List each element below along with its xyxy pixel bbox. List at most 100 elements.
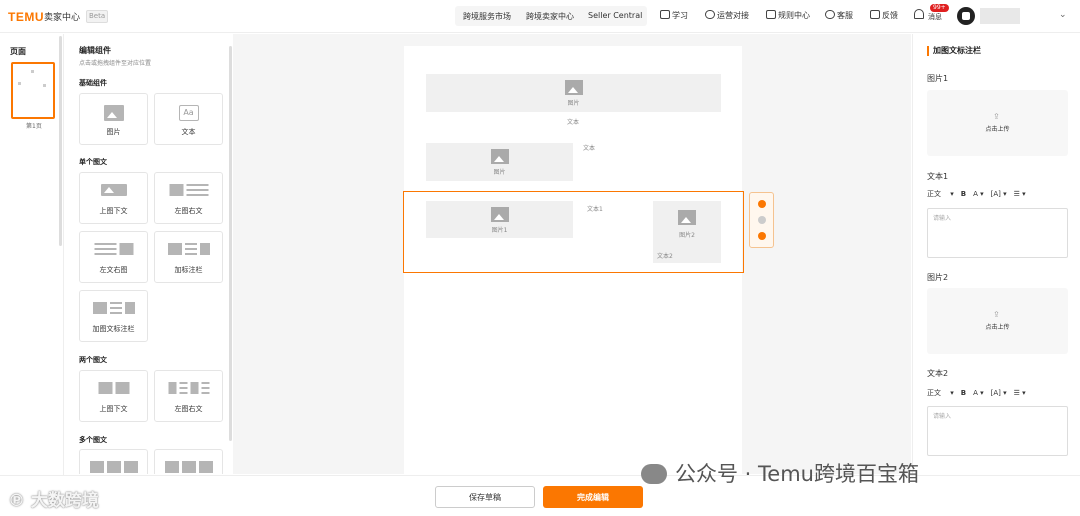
brand-title: 卖家中心	[44, 13, 81, 23]
support-link[interactable]: 客服	[825, 10, 853, 21]
logo-icon: ℗	[8, 491, 31, 511]
section-multi-title: 多个图文	[79, 436, 107, 444]
text2-editor[interactable]: 请输入	[927, 406, 1068, 456]
double-image-text-icon	[168, 382, 209, 396]
component-double-top-bottom[interactable]: 上图下文	[79, 370, 148, 422]
component-left-image-right-text[interactable]: 左图右文	[154, 172, 223, 224]
image-icon	[103, 105, 124, 121]
paragraph-style-select[interactable]: 正文 ▾	[927, 189, 954, 199]
section-single-title: 单个图文	[79, 158, 107, 166]
thumb-dot	[43, 84, 46, 87]
page-thumbnail[interactable]	[11, 62, 55, 119]
bold-icon[interactable]: B	[961, 190, 966, 198]
image-icon	[564, 80, 583, 95]
book-icon	[660, 10, 670, 19]
double-image-icon	[98, 382, 129, 394]
image-label-bar-icon	[92, 302, 135, 316]
bell-icon[interactable]	[914, 9, 924, 19]
text1-editor[interactable]: 请输入	[927, 208, 1068, 258]
delete-icon[interactable]	[758, 232, 766, 240]
thumb-dot	[18, 82, 21, 85]
properties-title: 加图文标注栏	[927, 46, 981, 56]
learn-link[interactable]: 学习	[660, 10, 688, 21]
canvas-image-2[interactable]: 图片	[426, 143, 573, 181]
highlight-icon[interactable]: [A] ▾	[991, 389, 1007, 397]
label-bar-icon	[167, 243, 210, 257]
top-bar: TEMU 卖家中心 Beta 跨境服务市场 跨境卖家中心 Seller Cent…	[0, 0, 1080, 33]
component-multi-b[interactable]	[154, 449, 223, 474]
text-image-icon	[94, 243, 133, 257]
chevron-down-icon[interactable]: ⌄	[1059, 10, 1067, 20]
align-icon[interactable]: ☰ ▾	[1014, 389, 1026, 397]
nav-service-market[interactable]: 跨境服务市场	[463, 11, 511, 22]
canvas-text-1[interactable]: 文本	[567, 117, 579, 126]
canvas-text-2[interactable]: 文本	[583, 143, 595, 152]
upload-icon: ⇪	[993, 112, 1000, 121]
components-panel: 编辑组件 点击或拖拽组件至对应位置 基础组件 图片 Aa 文本 单个图文 上图下…	[65, 34, 232, 474]
component-multi-a[interactable]	[79, 449, 148, 474]
nav-seller-central[interactable]: Seller Central	[588, 11, 642, 20]
image-text-icon	[169, 184, 208, 198]
component-double-left-right[interactable]: 左图右文	[154, 370, 223, 422]
image-text-icon	[100, 184, 127, 196]
font-color-icon[interactable]: A ▾	[973, 190, 984, 198]
properties-panel: 加图文标注栏 图片1 ⇪ 点击上传 文本1 正文 ▾ B A ▾ [A] ▾ ☰…	[912, 34, 1080, 474]
text2-format-toolbar: 正文 ▾ B A ▾ [A] ▾ ☰ ▾	[927, 385, 1068, 400]
nav-seller-center[interactable]: 跨境卖家中心	[526, 11, 574, 22]
save-draft-button[interactable]: 保存草稿	[435, 486, 535, 508]
image2-upload[interactable]: ⇪ 点击上传	[927, 288, 1068, 354]
canvas-image-1[interactable]: 图片	[426, 74, 721, 112]
component-image-text-label-bar[interactable]: 加图文标注栏	[79, 290, 148, 342]
component-text[interactable]: Aa 文本	[154, 93, 223, 145]
section-basic-title: 基础组件	[79, 79, 107, 87]
components-title: 编辑组件	[79, 46, 111, 55]
text1-format-toolbar: 正文 ▾ B A ▾ [A] ▾ ☰ ▾	[927, 186, 1068, 201]
multi-image-icon	[89, 461, 138, 473]
thumb-dot	[31, 70, 34, 73]
image1-upload[interactable]: ⇪ 点击上传	[927, 90, 1068, 156]
watermark-right: 公众号 · Temu跨境百宝箱	[641, 458, 919, 488]
multi-image-icon	[164, 461, 213, 473]
section-double-title: 两个图文	[79, 356, 107, 364]
component-top-image-bottom-text[interactable]: 上图下文	[79, 172, 148, 224]
image1-label: 图片1	[927, 74, 949, 83]
temu-logo[interactable]: TEMU	[8, 10, 44, 24]
components-subtitle: 点击或拖拽组件至对应位置	[79, 60, 152, 67]
wechat-icon	[641, 464, 667, 484]
align-icon[interactable]: ☰ ▾	[1014, 190, 1026, 198]
watermark-left: ℗ 大数跨境	[8, 491, 99, 511]
messages-label[interactable]: 消息	[928, 12, 942, 22]
text2-label: 文本2	[927, 369, 949, 378]
document-icon	[766, 10, 776, 19]
bold-icon[interactable]: B	[961, 389, 966, 397]
text1-label: 文本1	[927, 172, 949, 181]
finish-edit-button[interactable]: 完成编辑	[543, 486, 643, 508]
component-image[interactable]: 图片	[79, 93, 148, 145]
page-label: 第1页	[26, 123, 42, 130]
move-down-icon[interactable]	[758, 216, 766, 224]
block-toolbar	[749, 192, 774, 248]
image2-label: 图片2	[927, 273, 949, 282]
selected-block-outline[interactable]	[403, 191, 744, 273]
paragraph-style-select[interactable]: 正文 ▾	[927, 388, 954, 398]
rules-link[interactable]: 规则中心	[766, 10, 810, 21]
move-up-icon[interactable]	[758, 200, 766, 208]
component-add-label-bar[interactable]: 加标注栏	[154, 231, 223, 283]
feedback-link[interactable]: 反馈	[870, 10, 898, 21]
font-color-icon[interactable]: A ▾	[973, 389, 984, 397]
operations-link[interactable]: 运营对接	[705, 10, 749, 21]
pages-title: 页面	[10, 47, 26, 56]
component-left-text-right-image[interactable]: 左文右图	[79, 231, 148, 283]
highlight-icon[interactable]: [A] ▾	[991, 190, 1007, 198]
pages-scrollbar[interactable]	[59, 36, 62, 246]
beta-badge: Beta	[86, 10, 109, 23]
upload-icon: ⇪	[993, 310, 1000, 319]
text-icon: Aa	[178, 105, 199, 121]
components-scrollbar[interactable]	[229, 46, 232, 441]
username-redacted[interactable]	[980, 8, 1020, 24]
pages-column: 页面 第1页	[0, 34, 64, 516]
chat-icon	[705, 10, 715, 19]
headset-icon	[825, 10, 835, 19]
avatar[interactable]	[957, 7, 975, 25]
feedback-icon	[870, 10, 880, 19]
